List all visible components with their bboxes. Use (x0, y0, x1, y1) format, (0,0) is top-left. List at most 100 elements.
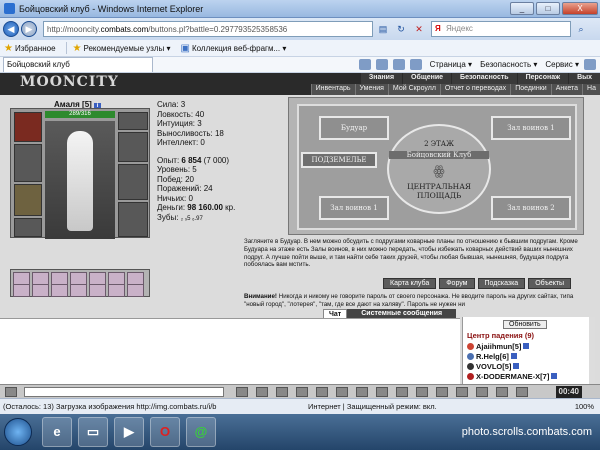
shop-icon[interactable] (476, 387, 488, 397)
room-warriors-hall-1-top[interactable]: Зал воинов 1 (491, 116, 571, 140)
tools-menu[interactable]: Сервис ▾ (545, 60, 579, 69)
room-dungeon[interactable]: ПОДЗЕМЕЛЬЕ (301, 152, 377, 168)
player-row[interactable]: X-DODERMANE-X [7] (467, 371, 587, 381)
refresh-icon[interactable]: ↻ (393, 22, 409, 36)
chat-messages[interactable] (0, 318, 460, 384)
chat-input[interactable] (24, 387, 224, 397)
sound-icon[interactable] (356, 387, 368, 397)
opera-taskbar-icon[interactable]: O (150, 417, 180, 447)
icq-taskbar-icon[interactable]: @ (186, 417, 216, 447)
menu-security[interactable]: Безопасность (452, 73, 517, 84)
help-icon[interactable] (496, 387, 508, 397)
weapon-slot-right[interactable] (118, 132, 148, 162)
stop-icon[interactable]: ✕ (411, 22, 427, 36)
safety-menu[interactable]: Безопасность ▾ (480, 60, 537, 69)
player-level: [7] (540, 371, 550, 381)
club-map-button[interactable]: Карта клуба (383, 278, 437, 289)
inventory-cell[interactable] (108, 284, 125, 297)
home-icon[interactable] (358, 59, 371, 70)
explorer-taskbar-icon[interactable]: ▭ (78, 417, 108, 447)
web-slice-gallery-link[interactable]: ▣ Коллекция веб-фрагм... ▾ (181, 43, 287, 54)
clan-icon (467, 342, 474, 350)
shield-slot[interactable] (118, 164, 148, 200)
inventory-cell[interactable] (13, 284, 30, 297)
online-scrollbar[interactable] (589, 317, 595, 384)
ie-taskbar-icon[interactable]: e (42, 417, 72, 447)
hint-button[interactable]: Подсказка (477, 278, 526, 289)
menu-communication[interactable]: Общение (403, 73, 452, 84)
player-row[interactable]: R.Helg [6] (467, 351, 587, 361)
inventory-cell[interactable] (127, 284, 144, 297)
menu-exit[interactable]: Вых (569, 73, 600, 84)
character-avatar[interactable] (45, 121, 115, 239)
player-name: R.Helg (476, 351, 500, 361)
ring-slots[interactable] (118, 112, 148, 130)
info-icon[interactable] (513, 363, 520, 369)
room-warriors-hall-2[interactable]: Зал воинов 2 (491, 196, 571, 220)
filter-icon[interactable] (296, 387, 308, 397)
help-icon[interactable] (584, 59, 596, 70)
objects-button[interactable]: Объекты (528, 278, 572, 289)
submenu-battles[interactable]: Поединки (510, 84, 551, 95)
helmet-slot[interactable] (14, 112, 42, 142)
belt-slot[interactable] (14, 218, 42, 237)
minimize-button[interactable]: _ (510, 2, 534, 15)
weapon-slot-left[interactable] (14, 144, 42, 182)
central-area[interactable]: 2 ЭТАЖ Бойцовский Клуб ꙮ ЦЕНТРАЛЬНАЯ ПЛО… (387, 124, 491, 214)
url-field[interactable]: http://mooncity. combats.com /buttons.pl… (43, 21, 373, 37)
info-icon[interactable] (510, 353, 517, 359)
browser-tab[interactable]: Бойцовский клуб (3, 57, 153, 72)
menu-knowledge[interactable]: Знания (360, 73, 403, 84)
compatibility-icon[interactable]: ▤ (375, 22, 391, 36)
smiles-icon[interactable] (276, 387, 288, 397)
start-button[interactable] (4, 418, 32, 446)
forum-button[interactable]: Форум (439, 278, 475, 289)
close-button[interactable]: X (562, 2, 598, 15)
info-icon[interactable] (551, 373, 558, 379)
armor-slot[interactable] (14, 184, 42, 216)
inventory-cell[interactable] (51, 284, 68, 297)
send-icon[interactable] (236, 387, 248, 397)
log-icon[interactable] (376, 387, 388, 397)
submenu-my-scroll[interactable]: Мой Скроулл (387, 84, 440, 95)
submenu-profile[interactable]: Анкета (550, 84, 582, 95)
print-icon[interactable] (409, 59, 422, 70)
mail-icon[interactable] (392, 59, 405, 70)
page-menu[interactable]: Страница ▾ (430, 60, 473, 69)
clear-icon[interactable] (256, 387, 268, 397)
room-boudoir[interactable]: Будуар (319, 116, 389, 140)
player-row[interactable]: Ajaiihmun [5] (467, 341, 587, 351)
private-icon[interactable] (336, 387, 348, 397)
submenu-skills[interactable]: Умения (354, 84, 388, 95)
search-input[interactable]: Яндекс (431, 21, 571, 37)
favorites-button[interactable]: ★ Избранное (4, 43, 56, 54)
boots-slot[interactable] (118, 202, 148, 237)
clan-icon[interactable] (456, 387, 468, 397)
room-warriors-hall-1-bottom[interactable]: Зал воинов 1 (319, 196, 389, 220)
media-player-taskbar-icon[interactable]: ▶ (114, 417, 144, 447)
menu-character[interactable]: Персонаж (517, 73, 569, 84)
submenu-transfer-report[interactable]: Отчет о переводах (439, 84, 510, 95)
maximize-button[interactable]: □ (536, 2, 560, 15)
inventory-cell[interactable] (89, 284, 106, 297)
chat-settings-icon[interactable] (5, 387, 17, 397)
forward-button[interactable]: ▶ (21, 21, 37, 37)
inventory-cell[interactable] (32, 284, 49, 297)
mail-icon[interactable] (436, 387, 448, 397)
feeds-icon[interactable] (375, 59, 388, 70)
submenu-more[interactable]: Ha (582, 84, 600, 95)
quest-icon[interactable] (396, 387, 408, 397)
exit-icon[interactable] (516, 387, 528, 397)
submenu-inventory[interactable]: Инвентарь (310, 84, 355, 95)
translit-icon[interactable] (316, 387, 328, 397)
inventory-cell[interactable] (70, 284, 87, 297)
friends-icon[interactable] (416, 387, 428, 397)
back-button[interactable]: ◀ (3, 21, 19, 37)
info-icon[interactable] (523, 343, 530, 349)
zoom-level[interactable]: 100% (575, 402, 594, 411)
search-icon[interactable]: ⌕ (573, 22, 589, 36)
recommended-sites-link[interactable]: ★ Рекомендуемые узлы ▾ (73, 43, 171, 54)
status-zone[interactable]: Интернет | Защищенный режим: вкл. (308, 402, 437, 411)
refresh-button[interactable]: Обновить (503, 320, 547, 329)
player-row[interactable]: VOVLO [5] (467, 361, 587, 371)
